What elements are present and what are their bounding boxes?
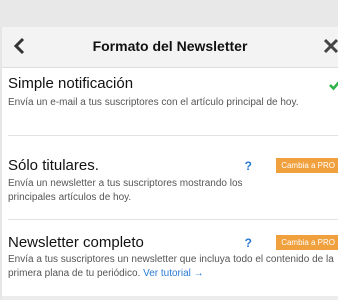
help-icon[interactable]: ? — [245, 236, 252, 250]
option-title: Newsletter completo — [8, 234, 144, 251]
option-description: Envía un e-mail a tus suscriptores con e… — [8, 97, 299, 108]
check-icon — [329, 81, 338, 91]
option-simple-notification[interactable]: Simple notificación Envía un e-mail a tu… — [8, 75, 338, 136]
pro-upgrade-badge[interactable]: Cambia a PRO — [276, 235, 338, 250]
panel-header: Formato del Newsletter — [2, 27, 338, 68]
help-icon[interactable]: ? — [245, 159, 252, 173]
option-description: Envía a tus suscriptores un newsletter q… — [8, 253, 338, 281]
option-title: Sólo titulares. — [8, 157, 99, 174]
top-strip — [0, 0, 338, 27]
panel-title: Formato del Newsletter — [92, 38, 248, 54]
option-description: Envía un newsletter a tus suscriptores m… — [8, 178, 243, 203]
option-title: Simple notificación — [8, 75, 134, 92]
bottom-divider — [2, 296, 338, 300]
close-icon[interactable] — [322, 37, 338, 55]
pro-upgrade-badge[interactable]: Cambia a PRO — [276, 158, 338, 173]
newsletter-format-panel: Formato del Newsletter Simple notificaci… — [0, 27, 338, 300]
chevron-left-icon[interactable] — [10, 36, 30, 56]
tutorial-link[interactable]: Ver tutorial → — [143, 268, 204, 279]
option-full-newsletter[interactable]: Newsletter completo ? Cambia a PRO Envía… — [8, 222, 338, 296]
option-headlines-only[interactable]: Sólo titulares. ? Cambia a PRO Envía un … — [8, 151, 338, 220]
